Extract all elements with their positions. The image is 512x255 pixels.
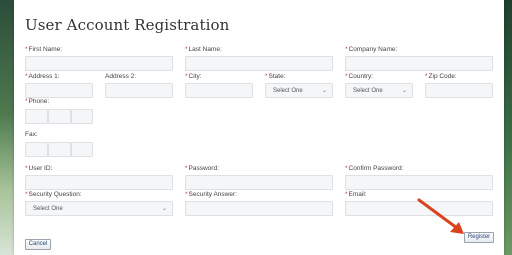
required-mark: * xyxy=(25,46,28,53)
fax-line-number-input[interactable] xyxy=(71,142,93,157)
confirm-password-label: *Confirm Password: xyxy=(345,165,404,172)
state-select[interactable]: Select One ⌄ xyxy=(265,83,333,98)
address2-input[interactable] xyxy=(105,83,173,98)
background-foliage-left xyxy=(0,0,14,255)
company-name-input[interactable] xyxy=(345,56,493,71)
required-mark: * xyxy=(345,73,348,80)
required-mark: * xyxy=(185,165,188,172)
security-question-select[interactable]: Select One ⌄ xyxy=(25,201,173,216)
phone-label: *Phone: xyxy=(25,98,50,105)
chevron-down-icon: ⌄ xyxy=(321,88,327,94)
email-label: *Email: xyxy=(345,191,367,198)
first-name-input[interactable] xyxy=(25,56,173,71)
state-label: *State: xyxy=(265,73,286,80)
country-select-value: Select One xyxy=(353,88,383,94)
address1-input[interactable] xyxy=(25,83,93,98)
required-mark: * xyxy=(25,98,28,105)
user-id-input[interactable] xyxy=(25,175,173,190)
zip-code-label: *Zip Code: xyxy=(425,73,457,80)
password-label: *Password: xyxy=(185,165,219,172)
user-id-label: *User ID: xyxy=(25,165,53,172)
required-mark: * xyxy=(345,165,348,172)
security-answer-label: *Security Answer: xyxy=(185,191,237,198)
security-answer-input[interactable] xyxy=(185,201,333,216)
country-select[interactable]: Select One ⌄ xyxy=(345,83,413,98)
city-label: *City: xyxy=(185,73,202,80)
password-input[interactable] xyxy=(185,175,333,190)
last-name-label: *Last Name: xyxy=(185,46,222,53)
first-name-label: *First Name: xyxy=(25,46,63,53)
cancel-button[interactable]: Cancel xyxy=(25,239,51,250)
address2-label: Address 2: xyxy=(105,73,137,80)
fax-prefix-input[interactable] xyxy=(48,142,71,157)
company-name-label: *Company Name: xyxy=(345,46,398,53)
required-mark: * xyxy=(265,73,268,80)
register-button[interactable]: Register xyxy=(464,232,494,243)
chevron-down-icon: ⌄ xyxy=(161,206,167,212)
required-mark: * xyxy=(345,46,348,53)
confirm-password-input[interactable] xyxy=(345,175,493,190)
address1-label: *Address 1: xyxy=(25,73,60,80)
phone-area-code-input[interactable] xyxy=(25,109,48,124)
security-question-value: Select One xyxy=(33,206,63,212)
required-mark: * xyxy=(25,191,28,198)
required-mark: * xyxy=(185,73,188,80)
background-foliage-right xyxy=(504,0,512,255)
required-mark: * xyxy=(25,73,28,80)
required-mark: * xyxy=(425,73,428,80)
red-arrow-icon xyxy=(417,198,464,234)
zip-code-input[interactable] xyxy=(425,83,493,98)
registration-panel: User Account Registration *First Name: *… xyxy=(14,0,504,255)
required-mark: * xyxy=(185,191,188,198)
fax-area-code-input[interactable] xyxy=(25,142,48,157)
fax-label: Fax: xyxy=(25,131,38,138)
state-select-value: Select One xyxy=(273,88,303,94)
last-name-input[interactable] xyxy=(185,56,333,71)
city-input[interactable] xyxy=(185,83,253,98)
phone-prefix-input[interactable] xyxy=(48,109,71,124)
page-title: User Account Registration xyxy=(25,16,230,34)
security-question-label: *Security Question: xyxy=(25,191,82,198)
phone-line-number-input[interactable] xyxy=(71,109,93,124)
required-mark: * xyxy=(345,191,348,198)
country-label: *Country: xyxy=(345,73,374,80)
chevron-down-icon: ⌄ xyxy=(401,88,407,94)
required-mark: * xyxy=(185,46,188,53)
required-mark: * xyxy=(25,165,28,172)
